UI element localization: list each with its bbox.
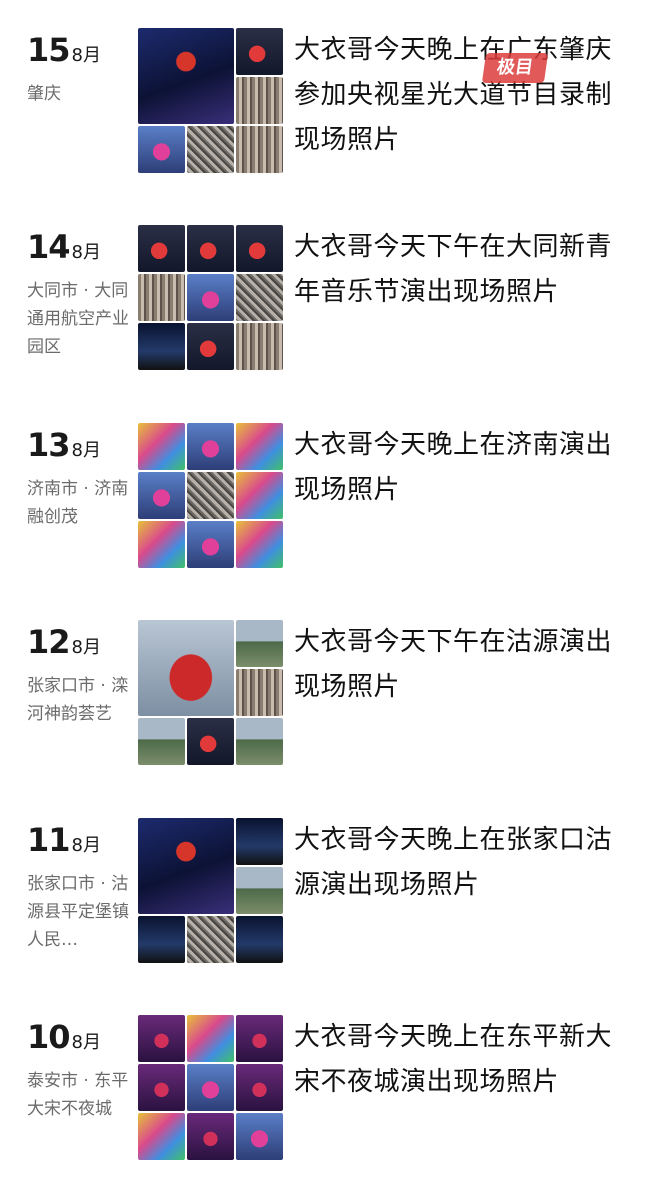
photo-grid[interactable] — [138, 620, 283, 765]
post-date: 15 8月 — [27, 34, 101, 66]
photo-thumbnail[interactable] — [236, 225, 283, 272]
post-date: 12 8月 — [27, 626, 101, 658]
photo-thumbnail[interactable] — [236, 718, 283, 765]
photo-thumbnail[interactable] — [138, 274, 185, 321]
photo-thumbnail[interactable] — [138, 472, 185, 519]
photo-grid[interactable] — [138, 28, 283, 173]
photo-thumbnail[interactable] — [236, 916, 283, 963]
post-title[interactable]: 大衣哥今天下午在大同新青年音乐节演出现场照片 — [294, 225, 634, 315]
photo-thumbnail[interactable] — [138, 818, 234, 914]
photo-thumbnail[interactable] — [236, 77, 283, 124]
post-title[interactable]: 大衣哥今天晚上在东平新大宋不夜城演出现场照片 — [294, 1015, 634, 1105]
post-month: 8月 — [71, 637, 101, 658]
photo-thumbnail[interactable] — [138, 1064, 185, 1111]
post-day: 12 — [27, 623, 71, 661]
photo-thumbnail[interactable] — [138, 916, 185, 963]
post-location: 泰安市 · 东平大宋不夜城 — [27, 1071, 129, 1119]
post-date: 14 8月 — [27, 231, 101, 263]
post-title[interactable]: 大衣哥今天晚上在广东肇庆参加央视星光大道节目录制现场照片 — [294, 28, 634, 163]
photo-grid[interactable] — [138, 423, 283, 568]
post-day: 14 — [27, 228, 71, 266]
photo-grid[interactable] — [138, 818, 283, 963]
post-location: 张家口市 · 沽源县平定堡镇人民… — [27, 874, 129, 950]
photo-thumbnail[interactable] — [236, 669, 283, 716]
photo-grid[interactable] — [138, 225, 283, 370]
photo-thumbnail[interactable] — [187, 916, 234, 963]
photo-thumbnail[interactable] — [187, 1015, 234, 1062]
photo-thumbnail[interactable] — [187, 225, 234, 272]
post-item[interactable]: 13 8月 济南市 · 济南融创茂 大衣哥今天晚上在济南演出现场照片 — [0, 423, 660, 603]
photo-thumbnail[interactable] — [236, 620, 283, 667]
post-date: 10 8月 — [27, 1021, 101, 1053]
post-title[interactable]: 大衣哥今天晚上在张家口沽源演出现场照片 — [294, 818, 634, 908]
photo-thumbnail[interactable] — [236, 472, 283, 519]
post-title[interactable]: 大衣哥今天晚上在济南演出现场照片 — [294, 423, 634, 513]
photo-thumbnail[interactable] — [236, 126, 283, 173]
photo-thumbnail[interactable] — [187, 521, 234, 568]
photo-thumbnail[interactable] — [187, 472, 234, 519]
post-month: 8月 — [71, 440, 101, 461]
photo-thumbnail[interactable] — [236, 1015, 283, 1062]
post-month: 8月 — [71, 45, 101, 66]
post-location: 济南市 · 济南融创茂 — [27, 479, 129, 527]
photo-thumbnail[interactable] — [138, 225, 185, 272]
post-day: 15 — [27, 31, 71, 69]
photo-thumbnail[interactable] — [138, 28, 234, 124]
post-location: 张家口市 · 滦河神韵荟艺 — [27, 676, 129, 724]
photo-thumbnail[interactable] — [138, 521, 185, 568]
photo-thumbnail[interactable] — [187, 126, 234, 173]
photo-grid[interactable] — [138, 1015, 283, 1160]
post-date: 11 8月 — [27, 824, 101, 856]
photo-thumbnail[interactable] — [236, 818, 283, 865]
post-title[interactable]: 大衣哥今天下午在沽源演出现场照片 — [294, 620, 634, 710]
photo-thumbnail[interactable] — [187, 1113, 234, 1160]
post-item[interactable]: 11 8月 张家口市 · 沽源县平定堡镇人民… 大衣哥今天晚上在张家口沽源演出现场… — [0, 818, 660, 998]
post-month: 8月 — [71, 1032, 101, 1053]
photo-thumbnail[interactable] — [138, 126, 185, 173]
photo-thumbnail[interactable] — [138, 620, 234, 716]
photo-thumbnail[interactable] — [236, 1064, 283, 1111]
post-month: 8月 — [71, 835, 101, 856]
photo-thumbnail[interactable] — [236, 867, 283, 914]
post-location: 肇庆 — [27, 84, 61, 104]
photo-thumbnail[interactable] — [187, 423, 234, 470]
photo-thumbnail[interactable] — [236, 274, 283, 321]
post-day: 11 — [27, 821, 71, 859]
photo-thumbnail[interactable] — [236, 323, 283, 370]
photo-thumbnail[interactable] — [138, 718, 185, 765]
post-location: 大同市 · 大同通用航空产业园区 — [27, 281, 129, 357]
post-item[interactable]: 12 8月 张家口市 · 滦河神韵荟艺 大衣哥今天下午在沽源演出现场照片 — [0, 620, 660, 800]
post-item[interactable]: 15 8月 肇庆 大衣哥今天晚上在广东肇庆参加央视星光大道节目录制现场照片 — [0, 28, 660, 208]
photo-thumbnail[interactable] — [236, 423, 283, 470]
post-month: 8月 — [71, 242, 101, 263]
photo-thumbnail[interactable] — [187, 718, 234, 765]
photo-thumbnail[interactable] — [138, 323, 185, 370]
post-day: 13 — [27, 426, 71, 464]
photo-thumbnail[interactable] — [138, 423, 185, 470]
photo-thumbnail[interactable] — [236, 1113, 283, 1160]
photo-thumbnail[interactable] — [138, 1113, 185, 1160]
photo-thumbnail[interactable] — [187, 1064, 234, 1111]
photo-thumbnail[interactable] — [187, 323, 234, 370]
photo-thumbnail[interactable] — [236, 28, 283, 75]
post-item[interactable]: 10 8月 泰安市 · 东平大宋不夜城 大衣哥今天晚上在东平新大宋不夜城演出现场照… — [0, 1015, 660, 1195]
post-day: 10 — [27, 1018, 71, 1056]
post-item[interactable]: 14 8月 大同市 · 大同通用航空产业园区 大衣哥今天下午在大同新青年音乐节演出… — [0, 225, 660, 405]
photo-thumbnail[interactable] — [138, 1015, 185, 1062]
watermark-logo: 极目 — [481, 53, 549, 83]
photo-thumbnail[interactable] — [236, 521, 283, 568]
photo-thumbnail[interactable] — [187, 274, 234, 321]
post-date: 13 8月 — [27, 429, 101, 461]
